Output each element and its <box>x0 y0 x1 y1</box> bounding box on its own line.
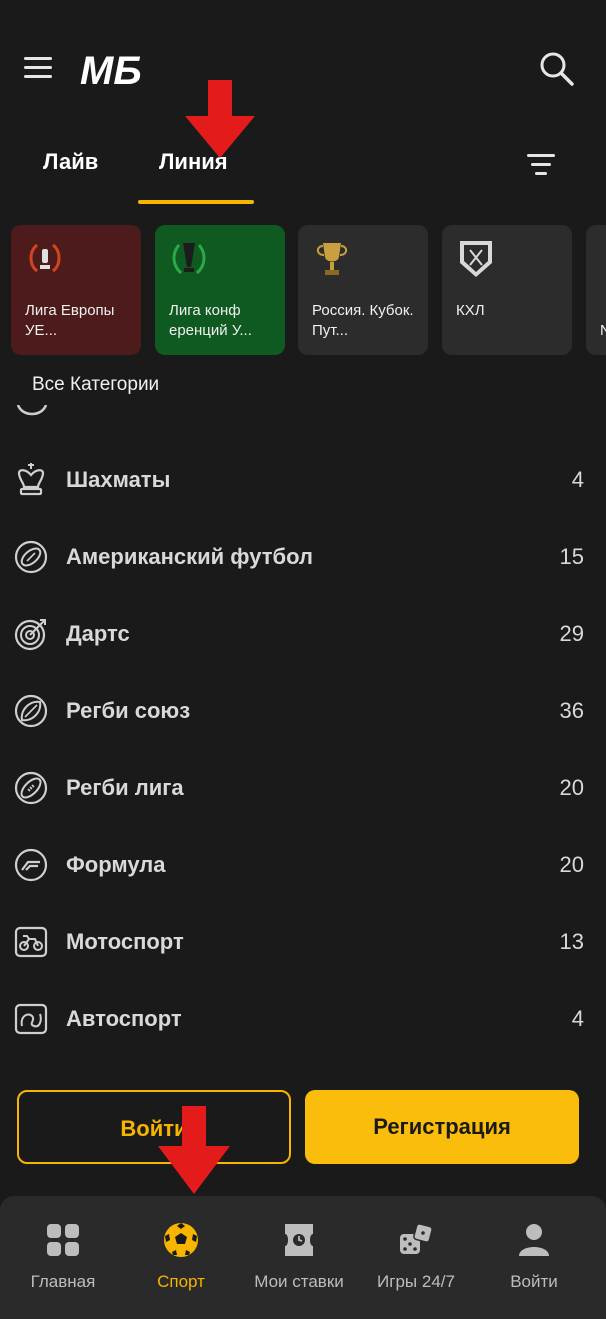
nav-item-login[interactable]: Войти <box>474 1196 594 1319</box>
featured-card-partial[interactable]: N <box>586 225 606 355</box>
partial-sport-icon <box>16 405 48 416</box>
bottom-navigation: Главная Спорт Мои ставки Игры 24/7 Войти <box>0 1196 606 1319</box>
search-icon[interactable] <box>538 50 576 88</box>
sport-name: Регби союз <box>66 698 191 723</box>
sport-name: Автоспорт <box>66 1006 182 1031</box>
nav-item-games[interactable]: Игры 24/7 <box>356 1196 476 1319</box>
annotation-arrow-down <box>185 80 255 158</box>
app-screen: МБ Лайв Линия Лига Европы УЕ... Лига кон… <box>0 0 606 1319</box>
sport-row-rugby-union[interactable]: Регби союз 36 <box>0 674 606 751</box>
user-icon <box>519 1224 549 1256</box>
nav-label: Главная <box>30 1272 96 1291</box>
conference-league-icon <box>172 243 206 275</box>
filter-icon[interactable] <box>524 151 558 179</box>
sports-list: Шахматы 4 Американский футбол 15 Дартс 2… <box>0 405 606 1065</box>
soccer-ball-icon <box>164 1223 198 1257</box>
nav-item-my-bets[interactable]: Мои ставки <box>239 1196 359 1319</box>
tab-live[interactable]: Лайв <box>43 149 98 175</box>
register-button[interactable]: Регистрация <box>305 1090 579 1164</box>
sport-row-formula[interactable]: Формула 20 <box>0 828 606 905</box>
dice-icon <box>400 1223 433 1254</box>
logo-text: МБ <box>80 49 142 90</box>
sport-count: 29 <box>559 621 584 646</box>
sport-name: Регби лига <box>66 775 184 800</box>
motorsport-icon <box>14 926 48 958</box>
sport-count: 4 <box>571 1006 584 1031</box>
all-categories-heading: Все Категории <box>32 374 160 395</box>
nav-item-home[interactable]: Главная <box>3 1196 123 1319</box>
sport-name: Формула <box>66 852 166 877</box>
featured-card[interactable]: КХЛ <box>442 225 572 355</box>
featured-card[interactable]: Лига конф еренций У... <box>155 225 285 355</box>
app-header: МБ <box>0 0 606 130</box>
sport-count: 20 <box>559 775 584 800</box>
hamburger-menu-icon[interactable] <box>24 55 54 81</box>
sport-count: 13 <box>559 929 584 954</box>
sport-name: Дартс <box>66 621 130 646</box>
featured-card[interactable]: Лига Европы УЕ... <box>11 225 141 355</box>
trophy-icon <box>316 243 348 275</box>
khl-icon <box>460 241 492 277</box>
sport-count: 4 <box>571 467 584 492</box>
europa-league-icon <box>29 243 61 273</box>
american-football-icon <box>14 540 48 574</box>
sport-count: 15 <box>559 544 584 569</box>
featured-leagues-row: Лига Европы УЕ... Лига конф еренций У...… <box>0 225 606 355</box>
sport-row-chess[interactable]: Шахматы 4 <box>0 443 606 520</box>
nav-label: Мои ставки <box>254 1272 344 1291</box>
tab-bar: Лайв Линия <box>0 135 606 210</box>
sport-count: 20 <box>559 852 584 877</box>
sport-row-american-football[interactable]: Американский футбол 15 <box>0 520 606 597</box>
featured-card-label: Лига Европы УЕ... <box>25 302 115 339</box>
login-button-label: Войти <box>120 1116 188 1141</box>
logo[interactable]: МБ <box>78 48 166 90</box>
featured-card-label: N <box>600 322 606 339</box>
formula-icon <box>14 848 48 882</box>
sport-row-darts[interactable]: Дартс 29 <box>0 597 606 674</box>
sport-row-autosport[interactable]: Автоспорт 4 <box>0 982 606 1059</box>
featured-card-label: Лига конф еренций У... <box>169 302 252 339</box>
sport-name: Американский футбол <box>66 544 313 569</box>
ticket-icon <box>285 1224 313 1256</box>
login-button[interactable]: Войти <box>17 1090 291 1164</box>
sport-row-rugby-league[interactable]: Регби лига 20 <box>0 751 606 828</box>
autosport-icon <box>14 1003 48 1035</box>
chess-icon <box>17 463 45 496</box>
featured-card-label: Россия. Кубок. Пут... <box>312 302 414 339</box>
featured-card[interactable]: Россия. Кубок. Пут... <box>298 225 428 355</box>
nav-item-sport[interactable]: Спорт <box>121 1196 241 1319</box>
home-grid-icon <box>47 1224 79 1256</box>
nav-label: Игры 24/7 <box>377 1272 455 1291</box>
annotation-arrow-down <box>158 1106 230 1194</box>
active-tab-indicator <box>138 200 254 204</box>
sport-count: 36 <box>559 698 584 723</box>
rugby-league-icon <box>14 771 48 805</box>
sport-name: Мотоспорт <box>66 929 184 954</box>
sport-row-motorsport[interactable]: Мотоспорт 13 <box>0 905 606 982</box>
rugby-union-icon <box>14 694 48 728</box>
nav-label: Спорт <box>157 1272 205 1291</box>
sport-name: Шахматы <box>66 467 171 492</box>
register-button-label: Регистрация <box>373 1114 511 1139</box>
featured-card-label: КХЛ <box>456 302 485 319</box>
nav-label: Войти <box>510 1272 558 1291</box>
darts-icon <box>14 619 46 651</box>
